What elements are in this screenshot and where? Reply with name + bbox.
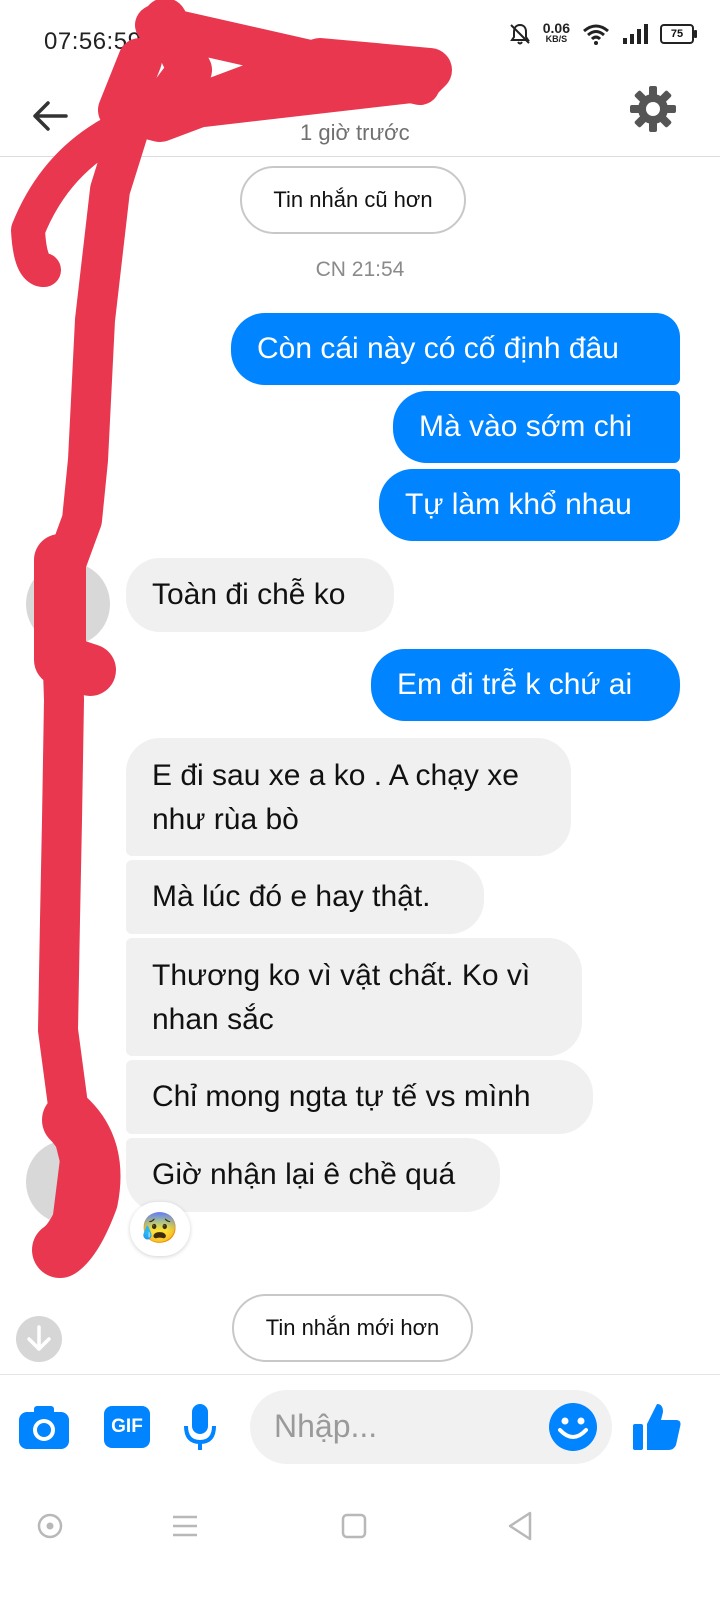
mute-bell-icon (509, 23, 530, 45)
message-reaction[interactable]: 😰 (130, 1202, 190, 1256)
assistant-icon[interactable] (36, 1512, 64, 1540)
thumbs-up-icon[interactable] (630, 1400, 684, 1454)
camera-icon[interactable] (18, 1404, 70, 1450)
status-bar: 07:56:59 0.06 KB/S 75 (0, 0, 720, 80)
system-nav-bar (0, 1482, 720, 1600)
outgoing-message[interactable]: Mà vào sớm chi (393, 391, 680, 463)
scroll-down-button[interactable] (16, 1316, 62, 1362)
arrow-down-icon (27, 1325, 51, 1351)
chat-header: 1 giờ trước (0, 80, 720, 157)
outgoing-message[interactable]: Còn cái này có cố định đâu (231, 313, 680, 385)
incoming-message[interactable]: Toàn đi chễ ko (126, 558, 394, 632)
incoming-message[interactable]: Chỉ mong ngta tự tế vs mình (126, 1060, 593, 1134)
message-input-placeholder: Nhập... (274, 1408, 378, 1444)
message-timestamp: CN 21:54 (315, 258, 405, 281)
arrow-left-icon[interactable] (28, 94, 72, 138)
avatar[interactable] (26, 562, 110, 646)
microphone-icon[interactable] (182, 1402, 218, 1452)
incoming-message[interactable]: Mà lúc đó e hay thật. (126, 860, 484, 934)
menu-icon[interactable] (170, 1512, 200, 1540)
home-icon[interactable] (340, 1512, 368, 1540)
status-time: 07:56:59 (44, 28, 142, 55)
gear-icon[interactable] (628, 84, 678, 134)
net-speed-unit: KB/S (545, 34, 568, 44)
back-triangle-icon[interactable] (506, 1510, 534, 1542)
net-speed-value: 0.06 (542, 20, 570, 36)
incoming-message[interactable]: Thương ko vì vật chất. Ko vì nhan sắc (126, 938, 582, 1056)
status-icons: 0.06 KB/S 75 (509, 20, 697, 46)
battery-indicator: 75 (660, 24, 697, 44)
outgoing-message[interactable]: Tự làm khổ nhau (379, 469, 680, 541)
signal-icon (623, 24, 648, 44)
incoming-message[interactable]: E đi sau xe a ko . A chạy xe như rùa bò (126, 738, 571, 856)
emoji-icon[interactable] (548, 1402, 598, 1452)
newer-messages-button[interactable]: Tin nhắn mới hơn (232, 1294, 473, 1362)
net-speed: 0.06 KB/S (542, 20, 570, 45)
older-messages-button[interactable]: Tin nhắn cũ hơn (240, 166, 466, 234)
wifi-icon (583, 24, 609, 45)
last-active-subtitle: 1 giờ trước (300, 120, 410, 145)
avatar[interactable] (26, 1140, 110, 1224)
gif-icon[interactable]: GIF (104, 1406, 150, 1448)
outgoing-message[interactable]: Em đi trễ k chứ ai (371, 649, 680, 721)
incoming-message[interactable]: Giờ nhận lại ê chề quá (126, 1138, 500, 1212)
